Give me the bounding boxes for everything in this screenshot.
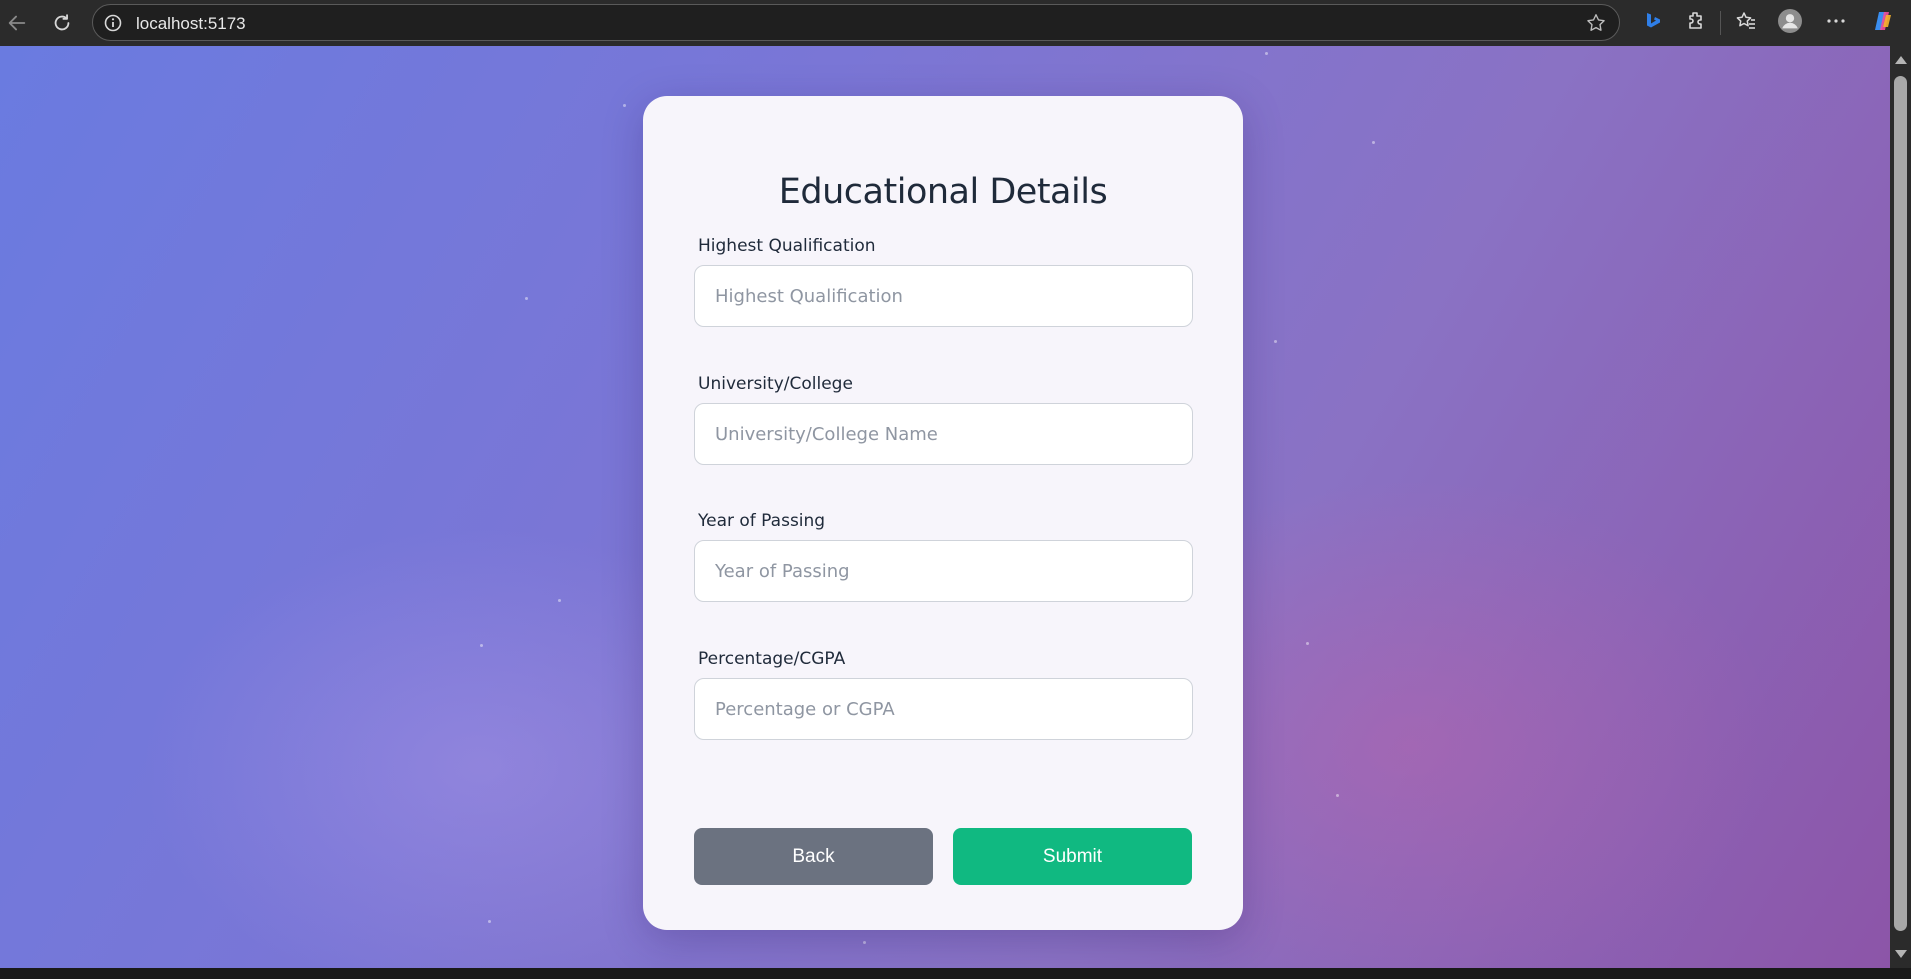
back-arrow-icon[interactable] [0, 6, 34, 40]
favorites-icon[interactable] [1733, 8, 1759, 34]
percentage-cgpa-label: Percentage/CGPA [698, 649, 846, 669]
year-of-passing-input[interactable] [694, 540, 1193, 602]
reload-icon[interactable] [45, 6, 79, 40]
educational-details-card: Educational Details Highest Qualificatio… [643, 96, 1243, 930]
extensions-icon[interactable] [1683, 8, 1709, 34]
scroll-down-arrow-icon[interactable] [1895, 950, 1907, 958]
site-info-icon[interactable] [103, 13, 123, 33]
background-sparkle [1265, 52, 1268, 55]
bing-icon[interactable] [1640, 8, 1666, 34]
toolbar-divider [1720, 11, 1721, 35]
background-sparkle [1372, 141, 1375, 144]
percentage-cgpa-input[interactable] [694, 678, 1193, 740]
page-title: Educational Details [778, 172, 1108, 212]
page-background: Educational Details Highest Qualificatio… [0, 46, 1890, 968]
copilot-icon[interactable] [1870, 8, 1896, 34]
browser-toolbar: localhost:5173 [0, 0, 1911, 46]
favorite-star-icon[interactable] [1585, 12, 1607, 34]
background-sparkle [1336, 794, 1339, 797]
url-text: localhost:5173 [136, 14, 246, 33]
university-college-input[interactable] [694, 403, 1193, 465]
background-sparkle [558, 599, 561, 602]
university-college-label: University/College [698, 374, 853, 394]
background-sparkle [480, 644, 483, 647]
background-sparkle [623, 104, 626, 107]
background-sparkle [525, 297, 528, 300]
page-scrollbar[interactable] [1890, 46, 1911, 968]
background-sparkle [1274, 340, 1277, 343]
back-button[interactable]: Back [694, 828, 933, 885]
background-sparkle [1306, 642, 1309, 645]
highest-qualification-input[interactable] [694, 265, 1193, 327]
scrollbar-thumb[interactable] [1894, 76, 1907, 931]
more-menu-icon[interactable] [1823, 8, 1849, 34]
address-bar[interactable]: localhost:5173 [92, 4, 1620, 41]
scroll-up-arrow-icon[interactable] [1895, 56, 1907, 64]
background-sparkle [863, 941, 866, 944]
profile-avatar-icon[interactable] [1777, 8, 1803, 34]
highest-qualification-label: Highest Qualification [698, 236, 876, 256]
submit-button[interactable]: Submit [953, 828, 1192, 885]
window-bottom-edge [0, 968, 1911, 979]
background-sparkle [488, 920, 491, 923]
year-of-passing-label: Year of Passing [698, 511, 826, 531]
